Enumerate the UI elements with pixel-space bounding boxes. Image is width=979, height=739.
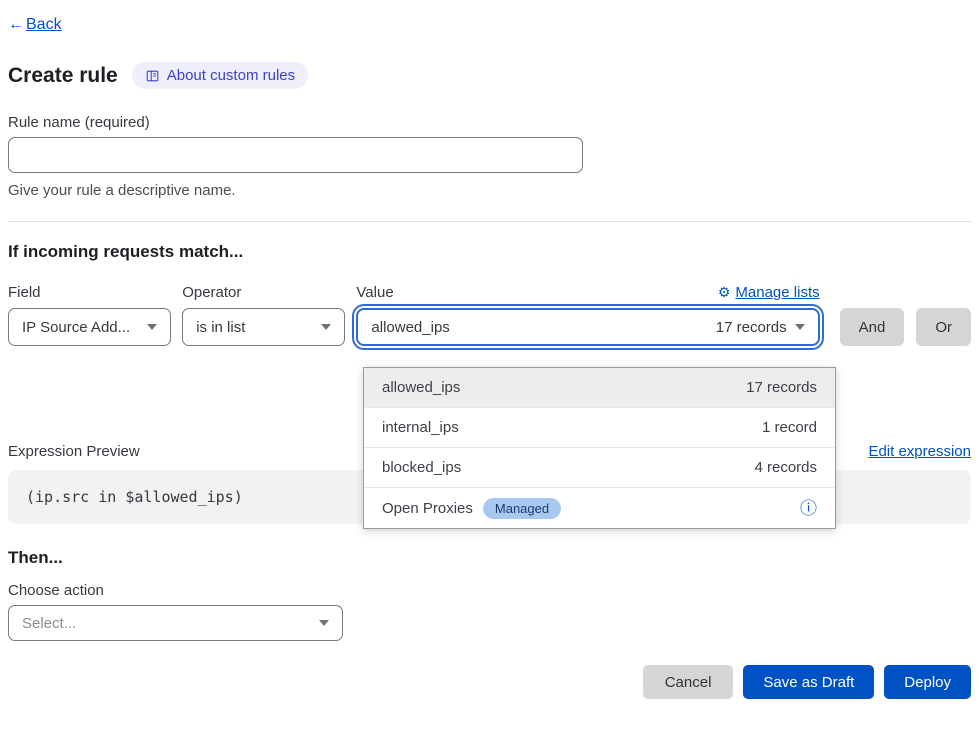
edit-expression-link[interactable]: Edit expression — [868, 443, 971, 460]
operator-select-value: is in list — [196, 319, 245, 336]
list-item-count: 17 records — [746, 379, 817, 396]
rule-name-label: Rule name (required) — [8, 114, 971, 131]
operator-label: Operator — [182, 284, 241, 301]
value-label: Value — [356, 284, 393, 301]
manage-lists-label: Manage lists — [735, 284, 819, 301]
info-icon[interactable]: ⓘ — [800, 500, 817, 517]
rule-name-helper: Give your rule a descriptive name. — [8, 182, 971, 199]
chevron-down-icon — [319, 620, 329, 626]
save-as-draft-button[interactable]: Save as Draft — [743, 665, 874, 699]
back-arrow-icon: ← — [8, 16, 24, 34]
value-select-name: allowed_ips — [371, 319, 449, 336]
choose-action-label: Choose action — [8, 582, 971, 599]
cancel-button[interactable]: Cancel — [643, 665, 734, 699]
field-select[interactable]: IP Source Add... — [8, 308, 171, 346]
list-item-name: internal_ips — [382, 419, 459, 436]
about-custom-rules-link[interactable]: About custom rules — [132, 62, 308, 89]
list-item[interactable]: internal_ips 1 record — [364, 408, 835, 448]
deploy-button[interactable]: Deploy — [884, 665, 971, 699]
back-button[interactable]: ←Back — [8, 16, 62, 34]
operator-select[interactable]: is in list — [182, 308, 345, 346]
chevron-down-icon — [321, 324, 331, 330]
field-label: Field — [8, 284, 41, 301]
back-row: ←Back — [8, 0, 971, 34]
title-row: Create rule About custom rules — [8, 62, 971, 89]
expression-preview-label: Expression Preview — [8, 443, 140, 460]
back-label: Back — [26, 16, 62, 34]
match-section-heading: If incoming requests match... — [8, 242, 971, 262]
and-button[interactable]: And — [840, 308, 905, 346]
field-select-value: IP Source Add... — [22, 319, 130, 336]
list-item[interactable]: Open Proxies Managed ⓘ — [364, 488, 835, 528]
list-dropdown-panel: allowed_ips 17 records internal_ips 1 re… — [363, 367, 836, 529]
or-button[interactable]: Or — [916, 308, 971, 346]
action-select[interactable]: Select... — [8, 605, 343, 641]
value-select-count: 17 records — [716, 319, 787, 336]
chevron-down-icon — [147, 324, 157, 330]
book-icon — [145, 69, 160, 83]
list-item-count: 4 records — [754, 459, 817, 476]
rule-name-input[interactable] — [8, 137, 583, 173]
chevron-down-icon — [795, 324, 805, 330]
action-select-placeholder: Select... — [22, 615, 76, 632]
then-section-heading: Then... — [8, 548, 971, 568]
about-badge-label: About custom rules — [167, 67, 295, 84]
section-divider — [8, 221, 971, 222]
list-item-name: blocked_ips — [382, 459, 461, 476]
page-title: Create rule — [8, 64, 118, 88]
value-select[interactable]: allowed_ips 17 records — [356, 308, 819, 346]
list-item-name: Open Proxies — [382, 500, 473, 517]
list-item[interactable]: allowed_ips 17 records — [364, 368, 835, 408]
expression-code: (ip.src in $allowed_ips) — [26, 488, 243, 506]
manage-lists-link[interactable]: ⚙ Manage lists — [718, 284, 820, 301]
footer-actions: Cancel Save as Draft Deploy — [8, 665, 971, 699]
list-item[interactable]: blocked_ips 4 records — [364, 448, 835, 488]
condition-builder: Field IP Source Add... Operator is in li… — [8, 282, 971, 346]
managed-badge: Managed — [483, 498, 561, 519]
create-rule-page: ←Back Create rule About custom rules Rul… — [0, 0, 979, 699]
list-item-name: allowed_ips — [382, 379, 460, 396]
gear-icon: ⚙ — [718, 284, 731, 301]
list-item-count: 1 record — [762, 419, 817, 436]
